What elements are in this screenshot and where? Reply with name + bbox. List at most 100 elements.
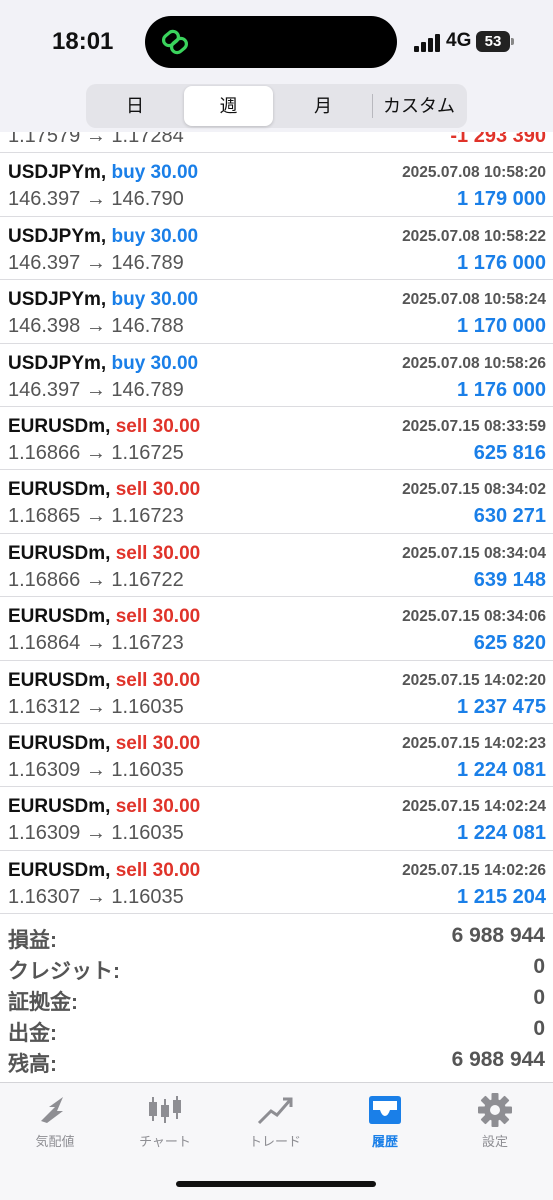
trade-prices: 1.16309 → 1.16035 (8, 758, 184, 781)
table-row[interactable]: EURUSDm, sell 30.00 2025.07.15 08:34:02 1.… (0, 470, 553, 534)
signal-icon (414, 34, 440, 52)
symbol-name: USDJPYm, (8, 225, 107, 247)
table-row[interactable]: EURUSDm, sell 30.00 2025.07.15 14:02:26 1.… (0, 851, 553, 914)
tab-settings[interactable]: 設定 (440, 1093, 550, 1153)
trade-side: buy 30.00 (111, 225, 199, 247)
trade-time: 2025.07.08 10:58:20 (402, 164, 546, 182)
table-row[interactable]: EURUSDm, sell 30.00 2025.07.15 14:02:20 1.… (0, 661, 553, 724)
trade-symbol: EURUSDm, sell 30.00 (8, 670, 200, 692)
status-time: 18:01 (52, 28, 114, 55)
summary-row: 損益: 6 988 944 (0, 924, 553, 955)
period-selector: 日 週 月 カスタム (86, 84, 467, 128)
trade-side: buy 30.00 (111, 162, 199, 184)
symbol-name: EURUSDm, (8, 542, 111, 564)
summary-value: 6 988 944 (451, 1048, 545, 1071)
trade-profit: 625 816 (473, 441, 546, 464)
table-row[interactable]: EURUSDm, sell 30.00 2025.07.15 08:34:04 1.… (0, 534, 553, 598)
trade-symbol: EURUSDm, sell 30.00 (8, 606, 200, 628)
chart-icon (149, 1096, 181, 1123)
settings-icon (478, 1093, 512, 1127)
trade-time: 2025.07.15 14:02:26 (402, 861, 546, 879)
trade-symbol: EURUSDm, sell 30.00 (8, 479, 200, 501)
trade-side: sell 30.00 (115, 479, 201, 501)
symbol-name: EURUSDm, (8, 859, 111, 881)
table-row[interactable]: USDJPYm, buy 30.00 2025.07.08 10:58:24 146… (0, 280, 553, 344)
symbol-name: EURUSDm, (8, 669, 111, 691)
history-screen: 18:01 4G 53 日 週 月 カスタム 1.17579 → 1.17284… (0, 0, 553, 1200)
table-row[interactable]: USDJPYm, buy 30.00 2025.07.08 10:58:20 146… (0, 153, 553, 217)
table-row[interactable]: EURUSDm, sell 30.00 2025.07.15 14:02:23 1.… (0, 724, 553, 788)
summary-label: 損益: (8, 929, 57, 952)
tab-month[interactable]: 月 (276, 86, 370, 126)
trade-side: sell 30.00 (115, 669, 201, 691)
trade-symbol: EURUSDm, sell 30.00 (8, 860, 200, 882)
trade-profit: 1 176 000 (457, 378, 546, 401)
trade-side: sell 30.00 (115, 542, 201, 564)
tab-week[interactable]: 週 (184, 86, 273, 126)
trade-side: sell 30.00 (115, 859, 201, 881)
quotes-icon (41, 1097, 63, 1123)
trade-time: 2025.07.15 08:34:06 (402, 608, 546, 626)
tab-label: トレード (248, 1134, 301, 1149)
trade-time: 2025.07.08 10:58:24 (402, 291, 546, 309)
trade-time: 2025.07.15 08:33:59 (402, 417, 546, 435)
table-row[interactable]: USDJPYm, buy 30.00 2025.07.08 10:58:26 146… (0, 344, 553, 407)
trade-profit: 1 170 000 (457, 315, 546, 338)
trade-time: 2025.07.15 14:02:20 (402, 671, 546, 689)
trade-side: buy 30.00 (111, 289, 199, 311)
tab-history[interactable]: 履歴 (330, 1093, 440, 1153)
symbol-name: EURUSDm, (8, 606, 111, 628)
tab-label: 気配値 (35, 1134, 75, 1149)
symbol-name: EURUSDm, (8, 796, 111, 818)
trade-icon (257, 1097, 293, 1125)
tab-day[interactable]: 日 (88, 86, 182, 126)
trade-side: buy 30.00 (111, 352, 199, 374)
trade-profit: 625 820 (473, 632, 546, 655)
trade-profit: 630 271 (473, 505, 546, 528)
table-row[interactable]: EURUSDm, sell 30.00 2025.07.15 14:02:24 1.… (0, 787, 553, 851)
trade-symbol: EURUSDm, sell 30.00 (8, 416, 200, 438)
trade-prices: 1.16865 → 1.16723 (8, 505, 184, 528)
summary-value: 6 988 944 (451, 924, 545, 947)
table-row[interactable]: 1.17579 → 1.17284 -1 293 390 (0, 132, 553, 154)
account-summary: 損益: 6 988 944 クレジット: 0 証拠金: 0 出金: 0 残高: 6 988 944 (0, 914, 553, 1082)
table-row[interactable]: EURUSDm, sell 30.00 2025.07.15 08:33:59 1.… (0, 407, 553, 471)
summary-row: 出金: 0 (0, 1017, 553, 1048)
trade-side: sell 30.00 (115, 732, 201, 754)
trade-prices: 1.16309 → 1.16035 (8, 822, 184, 845)
table-row[interactable]: EURUSDm, sell 30.00 2025.07.15 08:34:06 1.… (0, 597, 553, 661)
trade-symbol: USDJPYm, buy 30.00 (8, 353, 198, 375)
tab-quotes[interactable]: 気配値 (0, 1093, 110, 1153)
trade-symbol: USDJPYm, buy 30.00 (8, 226, 198, 248)
summary-label: 残高: (8, 1053, 57, 1076)
trade-prices: 1.16866 → 1.16722 (8, 568, 184, 591)
trade-profit: 1 224 081 (457, 822, 546, 845)
trade-profit: 1 176 000 (457, 251, 546, 274)
trade-prices: 146.398 → 146.788 (8, 315, 184, 338)
trade-history-list[interactable]: 1.17579 → 1.17284 -1 293 390 USDJPYm, bu… (0, 132, 553, 914)
trade-symbol: EURUSDm, sell 30.00 (8, 543, 200, 565)
trade-prices: 146.397 → 146.790 (8, 188, 184, 211)
trade-prices: 1.16866 → 1.16725 (8, 441, 184, 464)
summary-value: 0 (533, 986, 545, 1009)
symbol-name: USDJPYm, (8, 289, 107, 311)
trade-profit: 1 179 000 (457, 188, 546, 211)
trade-side: sell 30.00 (115, 415, 201, 437)
trade-time: 2025.07.08 10:58:22 (402, 227, 546, 245)
tab-chart[interactable]: チャート (110, 1093, 220, 1153)
network-type: 4G (446, 30, 472, 51)
trade-symbol: EURUSDm, sell 30.00 (8, 733, 200, 755)
trade-prices: 146.397 → 146.789 (8, 378, 184, 401)
summary-row: クレジット: 0 (0, 955, 553, 986)
battery-tip (511, 38, 514, 45)
summary-label: クレジット: (8, 960, 120, 983)
table-row[interactable]: USDJPYm, buy 30.00 2025.07.08 10:58:22 146… (0, 217, 553, 281)
battery-icon: 53 (476, 31, 510, 52)
summary-label: 出金: (8, 1022, 57, 1045)
history-icon (369, 1096, 401, 1124)
status-bar: 18:01 4G 53 (0, 0, 553, 84)
trade-time: 2025.07.15 14:02:23 (402, 734, 546, 752)
link-icon (161, 29, 189, 55)
tab-custom[interactable]: カスタム (373, 86, 465, 126)
tab-trade[interactable]: トレード (220, 1093, 330, 1153)
